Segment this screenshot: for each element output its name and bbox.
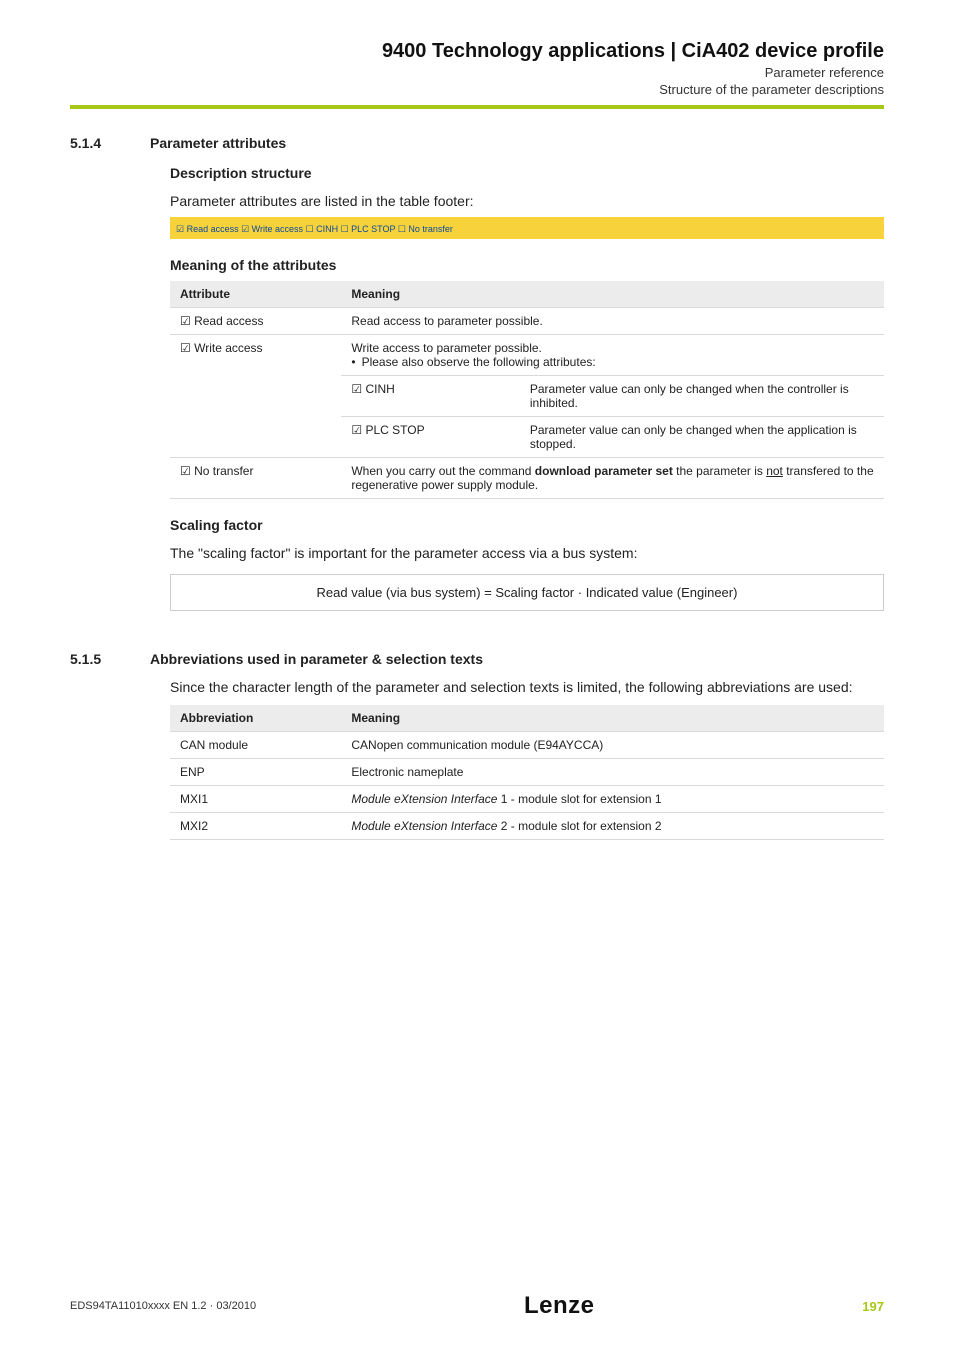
section-514: 5.1.4 Parameter attributes Description s… [70, 135, 884, 611]
attributes-example-bar: ☑ Read access ☑ Write access ☐ CINH ☐ PL… [170, 217, 884, 239]
page: 9400 Technology applications | CiA402 de… [0, 0, 954, 1350]
description-structure-head: Description structure [170, 165, 884, 181]
header-sub1: Parameter reference [70, 65, 884, 80]
section-number: 5.1.4 [70, 135, 122, 151]
section-515: 5.1.5 Abbreviations used in parameter & … [70, 651, 884, 840]
abbr-th-meaning: Meaning [341, 705, 884, 732]
section-514-heading-row: 5.1.4 Parameter attributes [70, 135, 884, 151]
section-515-body: Since the character length of the parame… [170, 677, 884, 840]
description-structure-para: Parameter attributes are listed in the t… [170, 191, 884, 211]
attr-write-access-line1: Write access to parameter possible. [351, 341, 542, 355]
attr-th-attribute: Attribute [170, 281, 341, 308]
table-row: ☑ No transfer When you carry out the com… [170, 458, 884, 499]
table-row: MXI2 Module eXtension Interface 2 - modu… [170, 812, 884, 839]
section-515-para: Since the character length of the parame… [170, 677, 884, 697]
attributes-example-text: ☑ Read access ☑ Write access ☐ CINH ☐ PL… [176, 224, 453, 234]
attr-plcstop-meaning: Parameter value can only be changed when… [520, 417, 884, 458]
meaning-head: Meaning of the attributes [170, 257, 884, 273]
header-title: 9400 Technology applications | CiA402 de… [70, 40, 884, 63]
table-row: MXI1 Module eXtension Interface 1 - modu… [170, 785, 884, 812]
abbr-mxi2-meaning: Module eXtension Interface 2 - module sl… [341, 812, 884, 839]
attr-cinh: ☑ CINH [341, 376, 520, 417]
table-row: ENP Electronic nameplate [170, 758, 884, 785]
scaling-factor-para: The "scaling factor" is important for th… [170, 543, 884, 563]
abbreviations-table: Abbreviation Meaning CAN module CANopen … [170, 705, 884, 840]
footer-pagenum: 197 [862, 1299, 884, 1314]
abbr-mxi1-meaning: Module eXtension Interface 1 - module sl… [341, 785, 884, 812]
abbr-enp-meaning: Electronic nameplate [341, 758, 884, 785]
attr-th-meaning: Meaning [341, 281, 884, 308]
scaling-formula: Read value (via bus system) = Scaling fa… [170, 574, 884, 611]
footer-logo: Lenze [524, 1292, 595, 1320]
abbr-mxi1-italic: Module eXtension Interface [351, 792, 497, 806]
abbr-mxi2-italic: Module eXtension Interface [351, 819, 497, 833]
abbr-can: CAN module [170, 731, 341, 758]
table-row: ☑ Read access Read access to parameter p… [170, 308, 884, 335]
section-number: 5.1.5 [70, 651, 122, 667]
attr-notransfer-meaning: When you carry out the command download … [341, 458, 884, 499]
attr-notransfer-not: not [766, 464, 783, 478]
abbr-mxi2: MXI2 [170, 812, 341, 839]
table-row: CAN module CANopen communication module … [170, 731, 884, 758]
abbr-can-meaning: CANopen communication module (E94AYCCA) [341, 731, 884, 758]
abbr-mxi2-rest: 2 - module slot for extension 2 [497, 819, 661, 833]
page-header: 9400 Technology applications | CiA402 de… [70, 40, 884, 109]
attr-notransfer-text2: the parameter is [673, 464, 766, 478]
attr-write-access: ☑ Write access [170, 335, 341, 458]
attr-write-access-bullets: Please also observe the following attrib… [351, 355, 874, 369]
attr-cinh-meaning: Parameter value can only be changed when… [520, 376, 884, 417]
attr-write-access-meaning: Write access to parameter possible. Plea… [341, 335, 884, 376]
abbr-th-abbreviation: Abbreviation [170, 705, 341, 732]
section-title: Parameter attributes [150, 135, 286, 151]
attr-read-access-meaning: Read access to parameter possible. [341, 308, 884, 335]
attr-notransfer: ☑ No transfer [170, 458, 341, 499]
section-514-body: Description structure Parameter attribut… [170, 165, 884, 611]
attr-notransfer-bold: download parameter set [535, 464, 673, 478]
header-sub2: Structure of the parameter descriptions [70, 82, 884, 97]
header-rule [70, 105, 884, 109]
attr-write-access-bullet: Please also observe the following attrib… [351, 355, 874, 369]
footer-docid: EDS94TA11010xxxx EN 1.2 · 03/2010 [70, 1300, 256, 1312]
section-515-heading-row: 5.1.5 Abbreviations used in parameter & … [70, 651, 884, 667]
attributes-table: Attribute Meaning ☑ Read access Read acc… [170, 281, 884, 499]
section-title: Abbreviations used in parameter & select… [150, 651, 483, 667]
abbr-mxi1: MXI1 [170, 785, 341, 812]
page-footer: EDS94TA11010xxxx EN 1.2 · 03/2010 Lenze … [70, 1292, 884, 1320]
attr-notransfer-text1: When you carry out the command [351, 464, 534, 478]
table-row: ☑ Write access Write access to parameter… [170, 335, 884, 376]
scaling-factor-head: Scaling factor [170, 517, 884, 533]
attr-plcstop: ☑ PLC STOP [341, 417, 520, 458]
abbr-enp: ENP [170, 758, 341, 785]
attr-read-access: ☑ Read access [170, 308, 341, 335]
abbr-mxi1-rest: 1 - module slot for extension 1 [497, 792, 661, 806]
